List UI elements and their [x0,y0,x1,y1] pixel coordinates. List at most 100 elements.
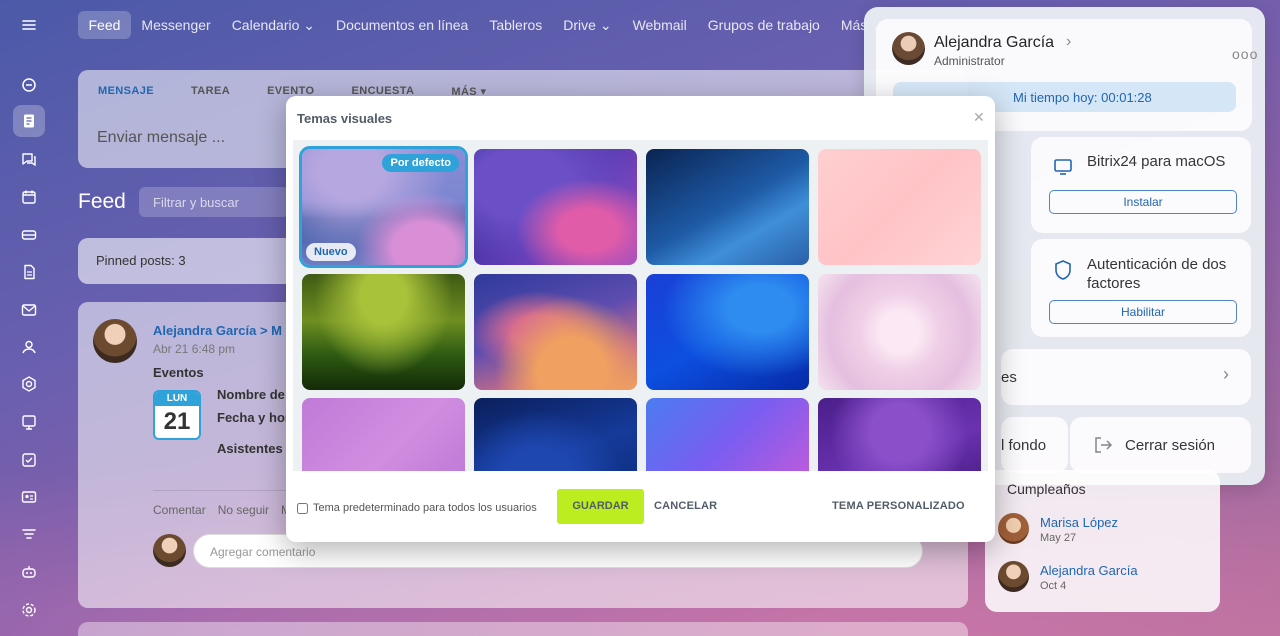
settings-icon[interactable] [13,594,45,626]
birthday-person-name[interactable]: Marisa López [1040,515,1118,530]
theme-tile[interactable] [474,398,637,471]
nav-messenger[interactable]: Messenger [131,11,221,39]
chevron-right-icon[interactable]: › [1066,33,1071,51]
avatar[interactable] [892,32,925,65]
stream-icon[interactable] [13,69,45,101]
save-button[interactable]: GUARDAR [557,489,644,524]
profile-name[interactable]: Alejandra García [934,34,1054,52]
birthday-date: Oct 4 [1040,580,1067,592]
message-input[interactable]: Enviar mensaje ... [97,129,225,147]
document-icon[interactable] [13,256,45,288]
nav-webmail[interactable]: Webmail [622,11,697,39]
crm-icon[interactable] [13,368,45,400]
robot-icon[interactable] [13,556,45,588]
birthdays-widget: Cumpleaños Marisa López May 27 Alejandra… [985,470,1220,612]
groups-icon[interactable] [13,331,45,363]
logout-icon [1095,437,1113,453]
post-type: Eventos [153,365,204,380]
theme-tile[interactable] [818,149,981,265]
close-icon[interactable]: ✕ [973,109,985,126]
more-icon[interactable]: ooo [1232,46,1258,62]
cancel-button[interactable]: CANCELAR [654,500,717,512]
post-author[interactable]: Alejandra García > M [153,323,282,338]
default-theme-checkbox-label: Tema predeterminado para todos los usuar… [313,502,537,514]
avatar[interactable] [93,319,137,363]
nav-calendar[interactable]: Calendario ⌄ [221,11,325,40]
unfollow-link[interactable]: No seguir [218,503,269,517]
enable-button[interactable]: Habilitar [1049,300,1237,324]
post-date[interactable]: Abr 21 6:48 pm [153,342,235,356]
theme-tile[interactable] [818,398,981,471]
sites-icon[interactable] [13,406,45,438]
chevron-right-icon: › [1223,364,1229,384]
birthdays-title: Cumpleaños [1007,481,1086,497]
new-badge: Nuevo [306,243,356,261]
tasks-icon[interactable] [13,444,45,476]
nav-drive[interactable]: Drive ⌄ [553,11,622,40]
theme-tile[interactable] [474,274,637,390]
visual-themes-dialog: Temas visuales ✕ Por defecto Nuevo Tema … [286,96,995,542]
tab-message[interactable]: MENSAJE [98,85,154,98]
theme-tile[interactable] [302,398,465,471]
macos-app-card: Bitrix24 para macOS Instalar [1031,137,1251,233]
post-actions: Comentar No seguir M [153,503,291,517]
twofa-card: Autenticación de dos factores Habilitar [1031,239,1251,337]
row-label: es [1001,369,1017,386]
birthday-date: May 27 [1040,532,1077,544]
theme-tile[interactable] [474,149,637,265]
nav-documents[interactable]: Documentos en línea [326,11,479,39]
event-name-label: Nombre de [217,387,285,402]
chat-icon[interactable] [13,143,45,175]
pinned-posts-label: Pinned posts: 3 [96,253,186,268]
theme-tile[interactable] [646,149,809,265]
nav-workgroups[interactable]: Grupos de trabajo [697,11,830,39]
background-row[interactable]: l fondo [1001,417,1068,473]
macos-app-title: Bitrix24 para macOS [1087,153,1226,170]
default-theme-checkbox[interactable]: Tema predeterminado para todos los usuar… [297,502,537,514]
nav-feed[interactable]: Feed [78,11,131,39]
dialog-title: Temas visuales [297,111,393,126]
install-button[interactable]: Instalar [1049,190,1237,214]
filter-search-input[interactable]: Filtrar y buscar [139,187,289,217]
top-navigation: Feed Messenger Calendario ⌄ Documentos e… [78,10,893,40]
monitor-icon [1054,159,1072,175]
twofa-title-line1: Autenticación de dos [1087,256,1227,273]
theme-tile[interactable] [646,398,809,471]
theme-grid: Por defecto Nuevo [293,140,988,471]
worktime-label: Mi tiempo hoy: 00:01:28 [1013,90,1152,105]
background-label: l fondo [1001,437,1047,454]
theme-tile-default[interactable]: Por defecto Nuevo [299,146,468,268]
custom-theme-button[interactable]: TEMA PERSONALIZADO [832,500,965,512]
theme-tile[interactable] [302,274,465,390]
calendar-date-icon: LUN 21 [153,390,201,440]
shield-icon [1055,260,1071,280]
profile-role: Administrator [934,54,1005,68]
filter-icon[interactable] [13,519,45,551]
contacts-icon[interactable] [13,481,45,513]
avatar [153,534,186,567]
comment-link[interactable]: Comentar [153,503,206,517]
calendar-day-number: 21 [163,408,191,435]
calendar-day-name: LUN [155,392,199,406]
theme-tile[interactable] [818,274,981,390]
default-theme-checkbox-input[interactable] [297,502,308,514]
themes-row[interactable]: es › [1001,349,1251,405]
theme-tile[interactable] [646,274,809,390]
left-icon-rail [0,0,58,636]
drive-icon[interactable] [13,219,45,251]
nav-boards[interactable]: Tableros [479,11,553,39]
menu-icon[interactable] [13,9,45,41]
twofa-title-line2: factores [1087,275,1141,292]
logout-label: Cerrar sesión [1125,437,1216,454]
twofa-title: Autenticación de dos factores [1087,255,1226,293]
feed-icon[interactable] [13,105,45,137]
avatar[interactable] [998,561,1029,592]
logout-button[interactable]: Cerrar sesión [1070,417,1251,473]
calendar-icon[interactable] [13,181,45,213]
avatar[interactable] [998,513,1029,544]
birthday-person-name[interactable]: Alejandra García [1040,563,1138,578]
mail-icon[interactable] [13,294,45,326]
tab-task[interactable]: TAREA [191,85,230,98]
feed-title: Feed [78,190,126,213]
event-time-label: Fecha y hor [217,410,290,425]
